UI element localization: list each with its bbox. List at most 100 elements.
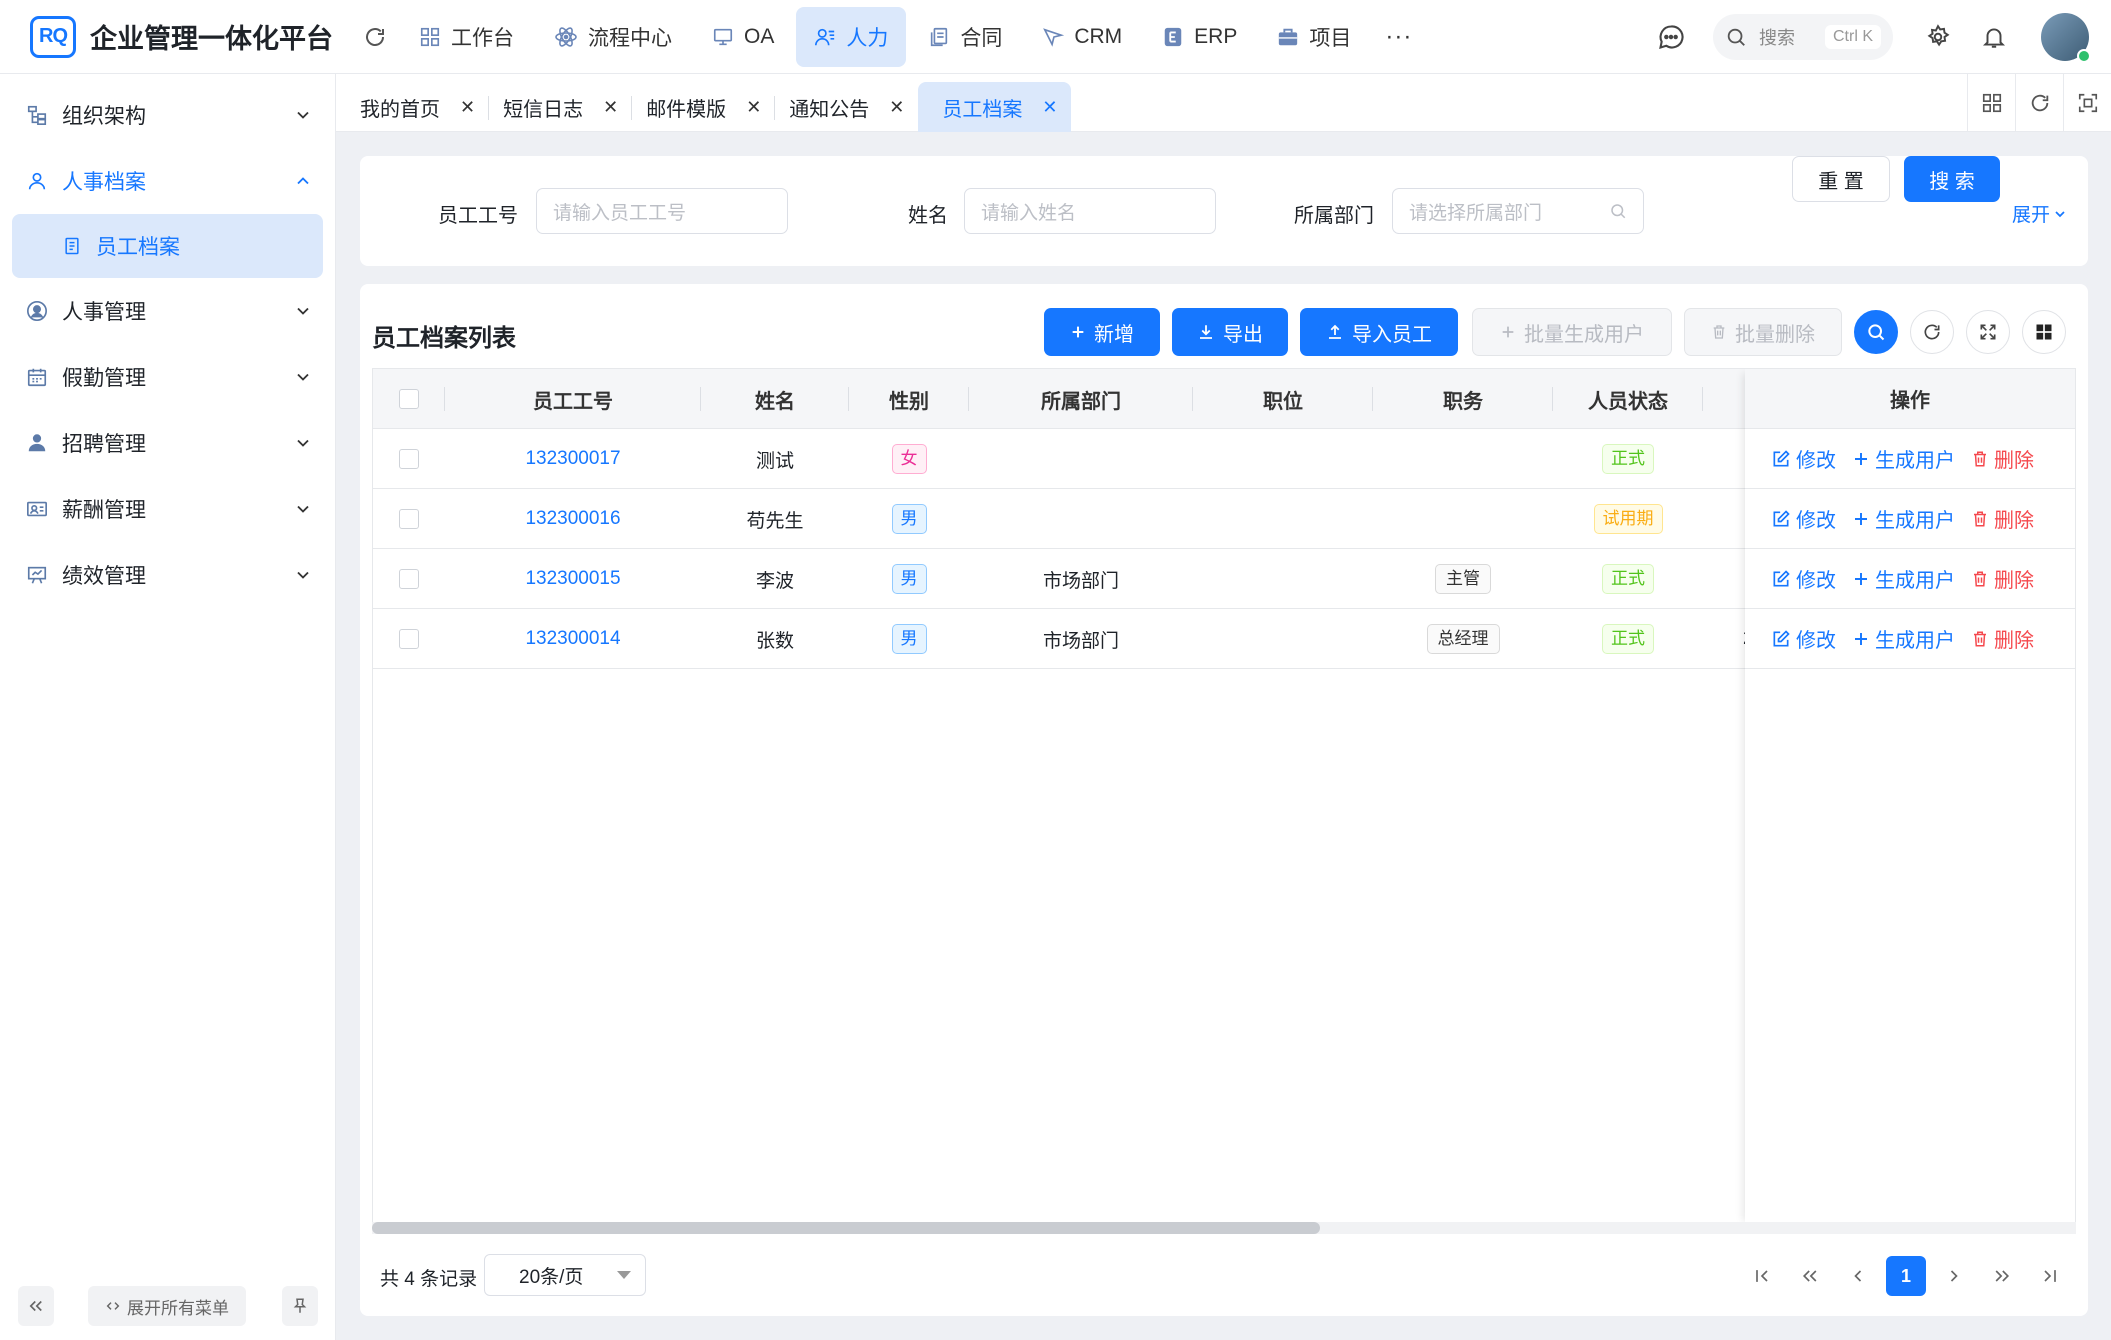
prev-page-button[interactable] [1838,1256,1878,1296]
select-all-checkbox[interactable] [399,389,419,409]
delete-button[interactable]: 删除 [1971,444,2034,473]
tab-fullscreen-button[interactable] [2063,74,2111,132]
app-title: 企业管理一体化平台 [90,24,333,54]
close-icon[interactable]: ✕ [460,97,475,118]
emp-no-link[interactable]: 132300017 [525,448,620,470]
sidebar-item-org[interactable]: 组织架构 [0,82,335,148]
delete-button[interactable]: 删除 [1971,564,2034,593]
expand-all-menus-button[interactable]: 展开所有菜单 [88,1286,246,1326]
close-icon[interactable]: ✕ [746,97,761,118]
emp-no-link[interactable]: 132300015 [525,568,620,590]
sidebar-item-salary[interactable]: 薪酬管理 [0,476,335,542]
row-checkbox[interactable] [399,569,419,589]
emp-no-link[interactable]: 132300016 [525,508,620,530]
nav-workbench[interactable]: 工作台 [401,7,532,67]
nav-project[interactable]: 项目 [1259,7,1369,67]
tab-refresh-button[interactable] [2015,74,2063,132]
module-nav: 工作台 流程中心 OA 人力 合同 CRM ERP 项目 ··· [401,0,1412,74]
nav-process-center[interactable]: 流程中心 [536,7,690,67]
close-icon[interactable]: ✕ [889,97,904,118]
nav-contract[interactable]: 合同 [910,7,1020,67]
table-refresh-button[interactable] [1910,310,1954,354]
edit-button[interactable]: 修改 [1771,564,1836,593]
sidebar-item-employee-files[interactable]: 员工档案 [12,214,323,278]
dept-placeholder: 请选择所属部门 [1409,202,1543,224]
sidebar-item-recruitment[interactable]: 招聘管理 [0,410,335,476]
emp-no-input[interactable]: 请输入员工工号 [536,188,788,234]
edit-button[interactable]: 修改 [1771,624,1836,653]
gear-icon[interactable] [1925,24,1951,50]
avatar[interactable] [2041,13,2091,63]
row-checkbox[interactable] [399,449,419,469]
page-size-select[interactable]: 20条/页 [484,1254,646,1296]
nav-crm[interactable]: CRM [1024,7,1140,67]
toggle-search-button[interactable] [1854,310,1898,354]
scrollbar-thumb[interactable] [372,1222,1320,1234]
collapse-sidebar-button[interactable] [18,1286,54,1326]
name-input[interactable]: 请输入姓名 [964,188,1216,234]
search-button[interactable]: 搜 索 [1904,156,2000,202]
import-employees-button[interactable]: 导入员工 [1300,308,1458,356]
generate-user-button[interactable]: 生成用户 [1852,444,1955,473]
download-icon [1197,323,1215,341]
delete-button[interactable]: 删除 [1971,624,2034,653]
close-icon[interactable]: ✕ [1042,97,1057,118]
app-logo[interactable]: RQ 企业管理一体化平台 [30,15,333,58]
tab-notice[interactable]: 通知公告 ✕ [775,82,918,132]
more-icon[interactable]: ··· [1385,23,1412,51]
horizontal-scrollbar[interactable] [372,1222,2076,1234]
nav-hr[interactable]: 人力 [796,6,907,67]
first-page-button[interactable] [1742,1256,1782,1296]
prev-group-button[interactable] [1790,1256,1830,1296]
col-status[interactable]: 人员状态 [1553,369,1703,429]
refresh-icon[interactable] [363,25,387,49]
tab-grid-button[interactable] [1967,74,2015,132]
export-button[interactable]: 导出 [1172,308,1288,356]
global-search[interactable]: 搜索 Ctrl K [1713,14,1893,60]
batch-delete-button[interactable]: 批量删除 [1684,308,1842,356]
expand-filters-link[interactable]: 展开 [2012,200,2068,227]
col-emp-no[interactable]: 员工工号 [445,369,701,429]
generate-user-button[interactable]: 生成用户 [1852,504,1955,533]
sidebar-item-personnel-files[interactable]: 人事档案 [0,148,335,214]
col-dept[interactable]: 所属部门 [969,369,1193,429]
col-position[interactable]: 职位 [1193,369,1373,429]
col-duty[interactable]: 职务 [1373,369,1553,429]
double-chevron-left-icon [1800,1266,1820,1286]
tab-sms-log[interactable]: 短信日志 ✕ [489,82,633,132]
column-settings-button[interactable] [2022,310,2066,354]
pin-sidebar-button[interactable] [282,1286,318,1326]
chat-icon[interactable] [1657,23,1685,51]
row-checkbox[interactable] [399,509,419,529]
row-checkbox[interactable] [399,629,419,649]
tab-home[interactable]: 我的首页 ✕ [346,82,490,132]
reset-button[interactable]: 重 置 [1792,156,1890,202]
add-button[interactable]: 新增 [1044,308,1160,356]
table-fullscreen-button[interactable] [1966,310,2010,354]
chevron-up-icon [293,171,313,191]
page-1-button[interactable]: 1 [1886,1256,1926,1296]
nav-oa[interactable]: OA [694,7,792,67]
batch-create-users-button[interactable]: 批量生成用户 [1472,308,1672,356]
edit-button[interactable]: 修改 [1771,504,1836,533]
dept-select[interactable]: 请选择所属部门 [1392,188,1644,234]
sidebar-item-personnel-mgmt[interactable]: 人事管理 [0,278,335,344]
edit-label: 修改 [1796,630,1836,652]
last-page-button[interactable] [2030,1256,2070,1296]
nav-erp[interactable]: ERP [1144,7,1255,67]
next-page-button[interactable] [1934,1256,1974,1296]
generate-user-button[interactable]: 生成用户 [1852,624,1955,653]
col-name[interactable]: 姓名 [701,369,849,429]
edit-button[interactable]: 修改 [1771,444,1836,473]
col-gender[interactable]: 性别 [849,369,969,429]
close-icon[interactable]: ✕ [603,97,618,118]
next-group-button[interactable] [1982,1256,2022,1296]
emp-no-link[interactable]: 132300014 [525,628,620,650]
tab-email-template[interactable]: 邮件模版 ✕ [632,82,776,132]
sidebar-item-attendance[interactable]: 假勤管理 [0,344,335,410]
generate-user-button[interactable]: 生成用户 [1852,564,1955,593]
delete-button[interactable]: 删除 [1971,504,2034,533]
tab-employee-files[interactable]: 员工档案 ✕ [918,82,1072,132]
bell-icon[interactable] [1981,24,2007,50]
sidebar-item-performance[interactable]: 绩效管理 [0,542,335,608]
